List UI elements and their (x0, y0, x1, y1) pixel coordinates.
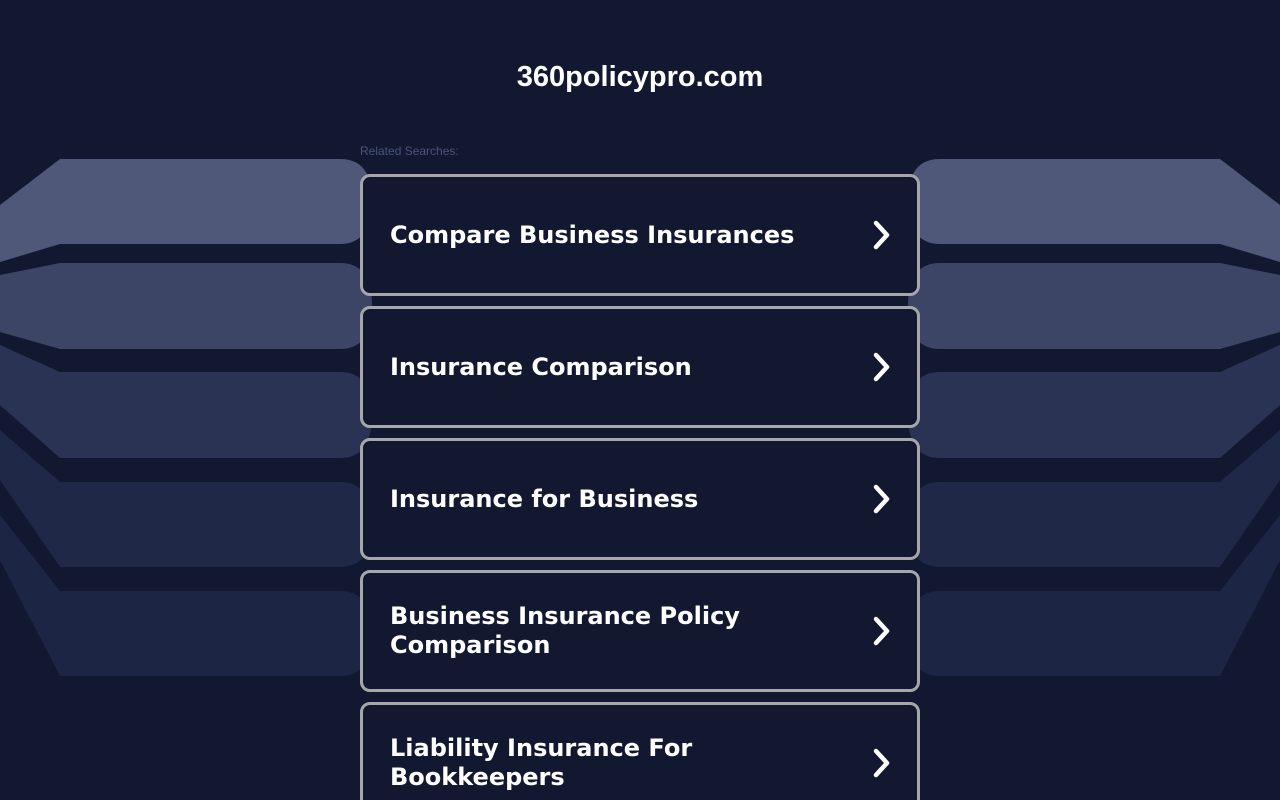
chevron-right-icon (873, 220, 890, 250)
chevron-right-icon (873, 748, 890, 778)
search-item-label: Business Insurance Policy Comparison (390, 602, 740, 659)
chevron-right-icon (873, 484, 890, 514)
chevron-right-icon (873, 352, 890, 382)
left-band-1 (0, 159, 372, 262)
left-band-3 (0, 345, 372, 458)
search-item-business-insurance-policy-comparison[interactable]: Business Insurance Policy Comparison (360, 570, 920, 692)
search-item-compare-business-insurances[interactable]: Compare Business Insurances (360, 174, 920, 296)
related-searches-list: Compare Business Insurances Insurance Co… (360, 174, 920, 800)
right-band-2 (908, 263, 1280, 349)
left-band-2 (0, 263, 372, 349)
search-item-insurance-for-business[interactable]: Insurance for Business (360, 438, 920, 560)
search-item-label: Compare Business Insurances (390, 220, 795, 249)
chevron-right-icon (873, 616, 890, 646)
right-band-1 (908, 159, 1280, 262)
domain-title: 360policypro.com (516, 61, 764, 93)
search-item-label: Liability Insurance For Bookkeepers (390, 734, 693, 791)
search-item-label: Insurance Comparison (390, 352, 692, 381)
related-searches-label: Related Searches: (360, 144, 459, 158)
page: 360policypro.com Related Searches: Compa… (0, 0, 1280, 800)
right-band-3 (908, 345, 1280, 458)
search-item-liability-insurance-for-bookkeepers[interactable]: Liability Insurance For Bookkeepers (360, 702, 920, 800)
search-item-label: Insurance for Business (390, 484, 699, 513)
search-item-insurance-comparison[interactable]: Insurance Comparison (360, 306, 920, 428)
